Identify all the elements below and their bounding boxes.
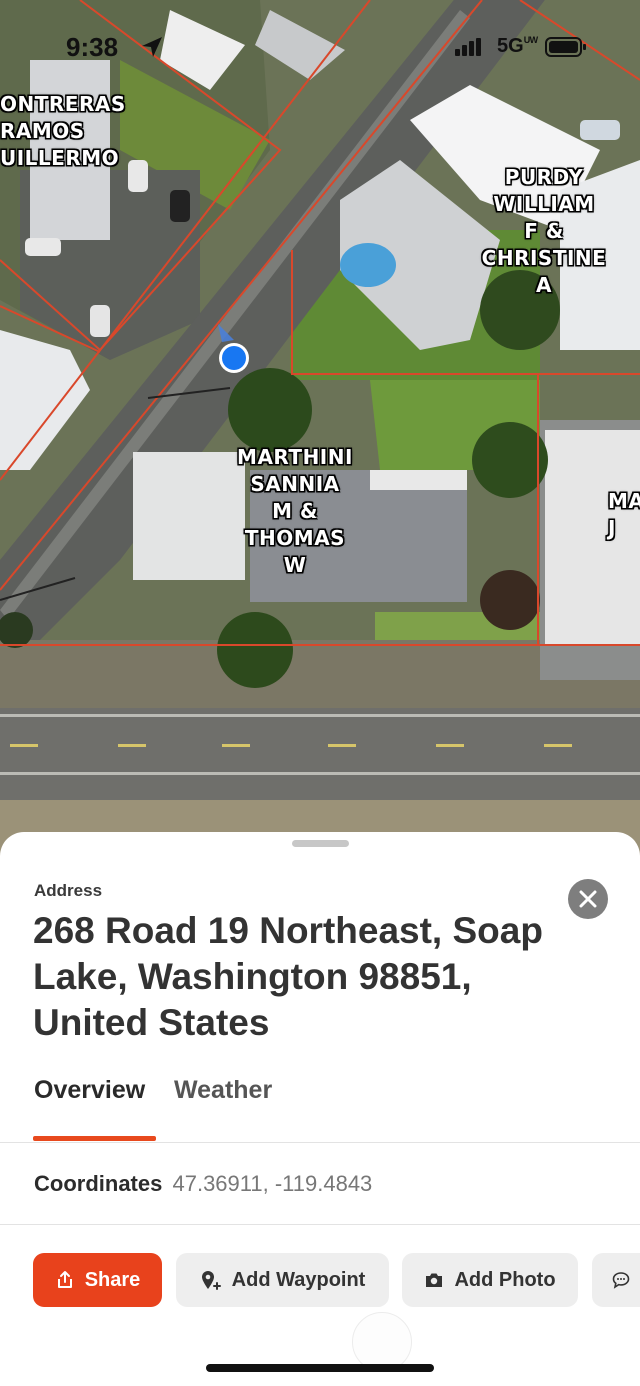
share-button-label: Share xyxy=(84,1268,141,1291)
user-location-marker xyxy=(218,324,249,373)
close-button[interactable] xyxy=(568,879,608,919)
share-icon xyxy=(57,1271,72,1288)
coordinates-row[interactable]: Coordinates 47.36911, -119.4843 xyxy=(34,1171,372,1197)
network-suffix: UW xyxy=(523,35,539,45)
parcel-label-marthini[interactable]: MARTHINI SANNIA M & THOMAS W xyxy=(228,444,362,579)
battery-icon xyxy=(545,37,586,57)
assistive-touch-overlay[interactable] xyxy=(352,1312,412,1372)
network-type: 5GUW xyxy=(497,35,539,57)
coordinates-value[interactable]: 47.36911, -119.4843 xyxy=(172,1171,372,1196)
parcel-label-contreras[interactable]: ONTRERAS RAMOS UILLERMO xyxy=(0,91,126,172)
add-waypoint-label: Add Waypoint xyxy=(231,1268,366,1291)
satellite-map[interactable]: ONTRERAS RAMOS UILLERMO PURDY WILLIAM F … xyxy=(0,0,640,860)
tab-overview[interactable]: Overview xyxy=(34,1076,145,1105)
tab-weather[interactable]: Weather xyxy=(174,1076,272,1105)
address-title: 268 Road 19 Northeast, Soap Lake, Washin… xyxy=(33,910,543,1043)
address-label: Address xyxy=(34,881,103,900)
add-waypoint-button[interactable]: Add Waypoint xyxy=(176,1253,389,1307)
add-photo-label: Add Photo xyxy=(454,1268,556,1291)
close-icon xyxy=(579,890,597,908)
coordinates-label: Coordinates xyxy=(34,1171,163,1196)
camera-icon xyxy=(426,1273,443,1287)
location-details-sheet: Address 268 Road 19 Northeast, Soap Lake… xyxy=(0,832,640,1386)
row-divider xyxy=(0,1224,640,1225)
tab-divider xyxy=(0,1142,640,1143)
status-time: 9:38 xyxy=(66,32,119,62)
message-icon xyxy=(612,1272,630,1289)
home-indicator[interactable] xyxy=(206,1364,434,1372)
message-button[interactable] xyxy=(592,1253,640,1307)
parcel-label-purdy[interactable]: PURDY WILLIAM F & CHRISTINE A xyxy=(478,164,610,299)
share-button[interactable]: Share xyxy=(33,1253,162,1307)
status-bar: 9:38 5GUW xyxy=(0,0,640,96)
location-arrow-icon xyxy=(142,37,162,57)
add-waypoint-icon xyxy=(201,1271,221,1290)
active-tab-indicator xyxy=(33,1136,156,1141)
sheet-grabber[interactable] xyxy=(292,840,349,847)
signal-bars-icon xyxy=(455,38,481,56)
add-photo-button[interactable]: Add Photo xyxy=(402,1253,578,1307)
parcel-label-edge[interactable]: MA J xyxy=(608,488,640,542)
